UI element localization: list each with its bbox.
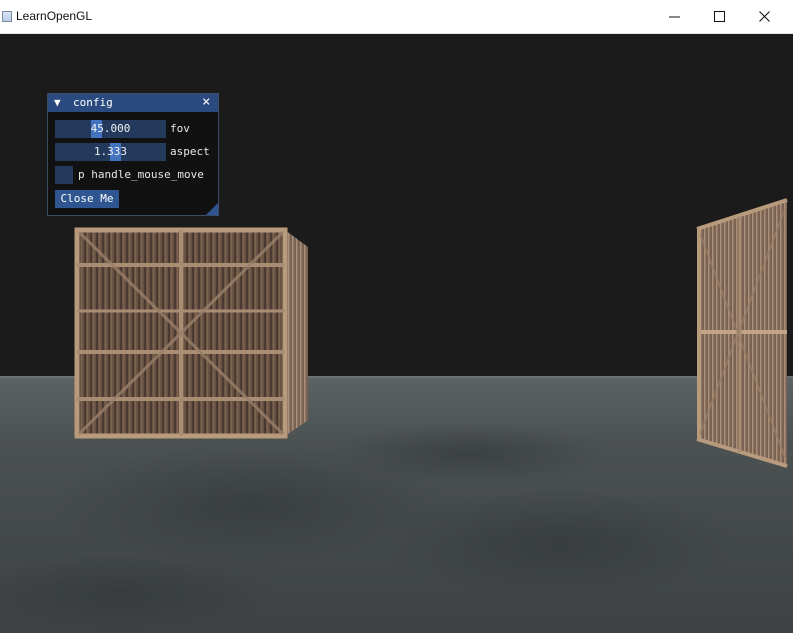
fov-value: 45.000	[90, 122, 131, 135]
handle-mouse-move-checkbox[interactable]	[55, 166, 73, 184]
window-title-bar[interactable]: LearnOpenGL	[0, 0, 793, 34]
minimize-icon	[669, 16, 680, 18]
config-title: config	[73, 96, 113, 109]
config-window[interactable]: ▼ config × 45.000 fov 1.333 aspect p han…	[47, 93, 219, 216]
maximize-button[interactable]	[697, 0, 743, 34]
fov-input[interactable]: 45.000	[55, 120, 166, 138]
config-title-bar[interactable]: ▼ config ×	[48, 94, 218, 112]
aspect-label: aspect	[170, 145, 210, 158]
maximize-icon	[714, 11, 725, 22]
close-window-button[interactable]	[742, 0, 788, 34]
minimize-button[interactable]	[652, 0, 698, 34]
window-title: LearnOpenGL	[16, 9, 93, 23]
aspect-value: 1.333	[93, 145, 128, 158]
close-icon[interactable]: ×	[202, 94, 210, 110]
aspect-input[interactable]: 1.333	[55, 143, 166, 161]
close-me-button[interactable]: Close Me	[55, 190, 119, 208]
fov-label: fov	[170, 122, 190, 135]
handle-mouse-move-label: p handle_mouse_move	[78, 168, 204, 181]
triangle-down-icon[interactable]: ▼	[54, 96, 61, 109]
close-icon	[759, 11, 770, 22]
app-icon	[2, 11, 12, 22]
resize-grip-icon[interactable]	[206, 203, 218, 215]
